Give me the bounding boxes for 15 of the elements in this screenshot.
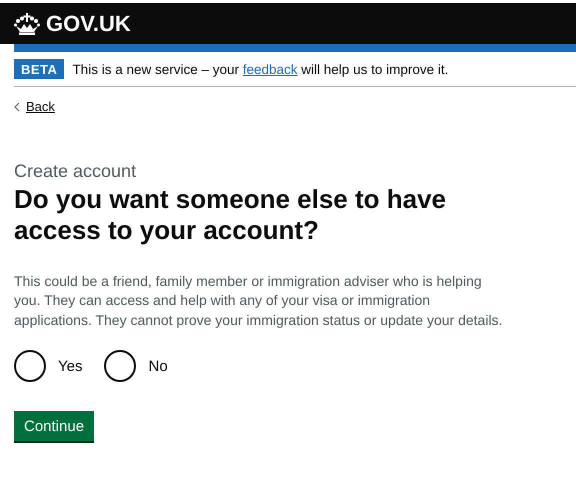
banner-text: This is a new service – your feedback will help us to improve it. <box>72 62 448 76</box>
chevron-left-icon <box>14 102 20 112</box>
crown-icon <box>14 12 40 34</box>
continue-button[interactable]: Continue <box>14 411 94 441</box>
back-link[interactable]: Back <box>14 99 55 114</box>
caption: Create account <box>14 160 138 182</box>
beta-tag: BETA <box>14 59 64 79</box>
radio-button[interactable] <box>14 350 46 382</box>
radio-label[interactable]: No <box>148 358 168 374</box>
radio-button[interactable] <box>104 350 136 382</box>
logo-link[interactable]: GOV.UK <box>14 10 131 36</box>
radio-label[interactable]: Yes <box>58 358 82 374</box>
hint-text: This could be a friend, family member or immigration adviser who is helping you. They can access and help with any of your visa or immigration applications. They cannot prove your immigration status or update your details. <box>14 272 504 330</box>
feedback-link[interactable]: feedback <box>242 62 298 76</box>
page-heading: Do you want someone else to have access to your account? <box>14 184 447 246</box>
